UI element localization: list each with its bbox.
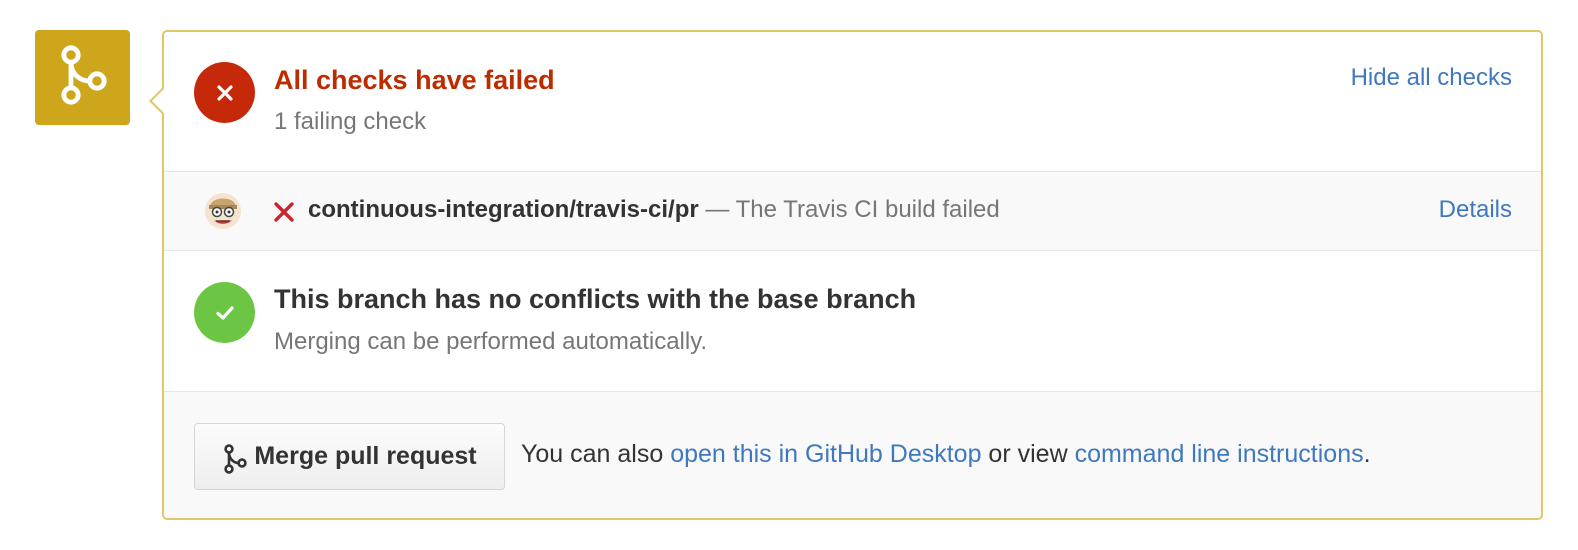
merge-help-text: You can also open this in GitHub Desktop… [521,440,1371,469]
command-line-instructions-link[interactable]: command line instructions [1075,440,1364,468]
merge-help-prefix: You can also [521,440,671,468]
check-icon [215,305,234,320]
success-status-icon [194,282,255,343]
merge-actions: Merge pull request You can also open thi… [164,392,1541,518]
conflicts-status: This branch has no conflicts with the ba… [164,251,1541,392]
checks-subtitle: 1 failing check [274,108,427,135]
check-status-text: The Travis CI build failed [735,196,1000,223]
travis-ci-avatar [204,192,242,230]
x-icon [273,201,295,223]
merge-status-area: All checks have failed 1 failing check H… [0,0,1578,550]
failed-status-icon [194,62,255,123]
checks-title: All checks have failed [274,65,555,95]
merge-status-panel: All checks have failed 1 failing check H… [149,30,1543,520]
x-icon [216,84,233,101]
hide-all-checks-link[interactable]: Hide all checks [1351,64,1512,92]
check-separator: — [698,196,736,223]
merge-pull-request-button[interactable]: Merge pull request [194,423,505,490]
checks-summary: All checks have failed 1 failing check H… [164,32,1541,172]
open-in-desktop-link[interactable]: open this in GitHub Desktop [670,440,981,468]
details-link[interactable]: Details [1439,196,1512,224]
status-check-row: continuous-integration/travis-ci/pr — Th… [164,172,1541,251]
check-description: continuous-integration/travis-ci/pr — Th… [308,196,1000,224]
merge-badge [35,30,130,125]
check-context: continuous-integration/travis-ci/pr [308,196,699,223]
git-merge-icon [57,45,109,110]
merge-help-middle: or view [981,440,1075,468]
git-merge-icon [224,443,248,474]
merge-help-suffix: . [1363,440,1371,468]
conflicts-subtitle: Merging can be performed automatically. [274,328,708,355]
conflicts-title: This branch has no conflicts with the ba… [274,284,917,314]
merge-button-label: Merge pull request [254,442,477,470]
